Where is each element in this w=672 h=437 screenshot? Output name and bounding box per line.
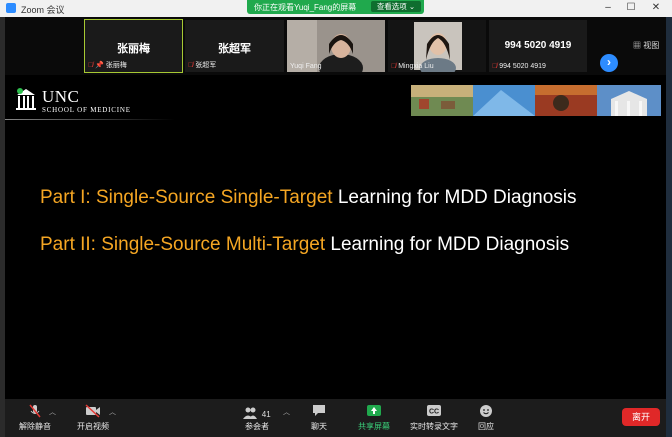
svg-text:CC: CC — [429, 409, 439, 416]
participants-label: 参会者 — [245, 422, 269, 431]
title-bar: Zoom 会议 你正在观看Yuqi_Fang的屏幕 查看选项 ⌄ – ☐ ✕ — [0, 0, 672, 17]
share-banner: 你正在观看Yuqi_Fang的屏幕 查看选项 ⌄ — [247, 0, 424, 14]
participant-tile-1[interactable]: 张丽梅 🎙̸ 📌 张丽梅 — [84, 19, 183, 73]
unmute-button[interactable]: 解除静音 — [13, 399, 57, 437]
reactions-button[interactable]: 回应 — [471, 399, 501, 437]
unmute-label: 解除静音 — [19, 422, 51, 431]
participant-label: 🎙̸ 张超军 — [188, 60, 216, 70]
mic-muted-icon: 🎙̸ — [391, 63, 397, 70]
audio-options-caret[interactable]: ︿ — [49, 407, 56, 417]
participant-name: 张超军 — [218, 43, 251, 55]
minimize-button[interactable]: – — [601, 2, 615, 14]
live-transcript-label: 实时转录文字 — [410, 422, 458, 431]
view-options-button[interactable]: 查看选项 ⌄ — [371, 1, 421, 12]
live-transcript-button[interactable]: CC 实时转录文字 — [405, 399, 463, 437]
school-name: SCHOOL OF MEDICINE — [42, 106, 131, 114]
shared-slide: UNC SCHOOL OF MEDICINE Part I: Single-So… — [5, 77, 666, 399]
grid-icon: ▦ — [633, 41, 641, 50]
participants-caret[interactable]: ︿ — [283, 407, 290, 417]
slide-heading-2-rest: Learning for MDD Diagnosis — [325, 234, 570, 255]
participant-label-text: 994 5020 4919 — [499, 63, 546, 70]
slide-heading-2-highlight: Part II: Single-Source Multi-Target — [40, 234, 326, 255]
participant-tile-5[interactable]: 994 5020 4919 🎙̸ 994 5020 4919 — [489, 20, 587, 72]
slide-heading-2: Part II: Single-Source Multi-Target Lear… — [40, 234, 569, 256]
chat-button[interactable]: 聊天 — [301, 399, 337, 437]
share-banner-text: 你正在观看Yuqi_Fang的屏幕 — [254, 3, 357, 12]
mic-muted-icon: 🎙̸ — [88, 62, 94, 69]
participant-label: 🎙̸ 📌 张丽梅 — [88, 60, 127, 70]
window-title: Zoom 会议 — [21, 5, 65, 15]
participant-tile-2[interactable]: 张超军 🎙̸ 张超军 — [185, 20, 284, 72]
participant-label: Yuqi Fang — [290, 63, 322, 70]
share-screen-icon — [367, 405, 381, 416]
participant-name: 张丽梅 — [117, 43, 150, 55]
participant-label-text: Mingxia Liu — [398, 63, 434, 70]
zoom-logo-icon — [6, 3, 16, 13]
participant-label-text: 张超军 — [195, 62, 217, 69]
video-options-caret[interactable]: ︿ — [109, 407, 116, 417]
share-screen-button[interactable]: 共享屏幕 — [353, 399, 395, 437]
reactions-label: 回应 — [478, 422, 494, 431]
slide-heading-1: Part I: Single-Source Single-Target Lear… — [40, 187, 577, 209]
close-button[interactable]: ✕ — [649, 2, 663, 14]
participants-icon-row: 41 — [233, 404, 281, 419]
participants-button[interactable]: 41 参会者 — [233, 399, 281, 437]
institution-name: UNC — [42, 87, 80, 106]
mic-muted-icon: 🎙̸ — [188, 62, 194, 69]
chat-label: 聊天 — [311, 422, 327, 431]
slide-heading-1-highlight: Part I: Single-Source Single-Target — [40, 187, 333, 208]
participant-label-text: 张丽梅 — [105, 62, 127, 69]
closed-caption-icon: CC — [427, 405, 441, 416]
leave-button[interactable]: 离开 — [622, 408, 660, 426]
participant-label: 🎙̸ Mingxia Liu — [391, 63, 434, 70]
participant-tile-4[interactable]: 🎙̸ Mingxia Liu — [388, 20, 486, 72]
video-off-icon — [85, 404, 100, 418]
people-icon — [243, 407, 258, 419]
desktop-background-right — [666, 17, 672, 437]
start-video-label: 开启视频 — [77, 422, 109, 431]
participant-label: 🎙̸ 994 5020 4919 — [492, 63, 546, 70]
maximize-button[interactable]: ☐ — [624, 2, 638, 14]
mic-muted-icon — [29, 404, 41, 418]
share-screen-label: 共享屏幕 — [358, 422, 390, 431]
next-page-button[interactable]: › — [600, 54, 618, 72]
view-label: 视图 — [643, 41, 660, 50]
slide-heading-1-rest: Learning for MDD Diagnosis — [332, 187, 577, 208]
pin-icon: 📌 — [95, 62, 104, 69]
participant-strip: 张丽梅 🎙̸ 📌 张丽梅 张超军 🎙̸ 张超军 Yuqi Fang 🎙̸ Min… — [5, 17, 666, 75]
participants-count: 41 — [261, 410, 271, 419]
mic-muted-icon: 🎙̸ — [492, 63, 498, 70]
header-divider — [5, 119, 175, 120]
start-video-button[interactable]: 开启视频 — [71, 399, 115, 437]
unc-well-logo-icon — [16, 88, 36, 110]
campus-photo-banner — [411, 85, 661, 116]
meeting-toolbar: 解除静音 ︿ 开启视频 ︿ 41 参会者 ︿ 聊天 共享屏幕 CC 实时转录文字… — [5, 399, 666, 437]
chat-bubble-icon — [313, 405, 325, 416]
smiley-add-icon — [480, 405, 492, 417]
participant-tile-3[interactable]: Yuqi Fang — [287, 20, 385, 72]
view-button[interactable]: ▦ 视图 — [633, 40, 659, 51]
participant-name: 994 5020 4919 — [504, 40, 572, 51]
